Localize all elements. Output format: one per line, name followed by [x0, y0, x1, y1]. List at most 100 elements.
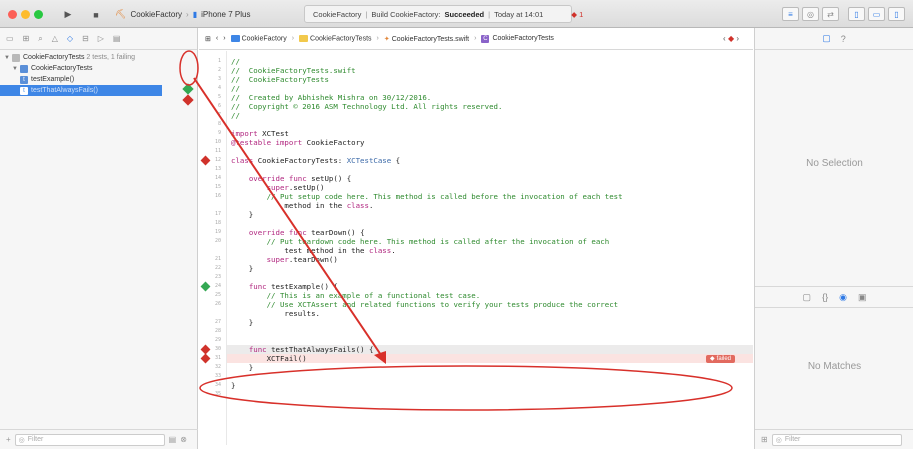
- test-navigator: ▭ ⊞ ⌕ △ ◇ ⊟ ▷ ▤ ▼ CookieFactoryTests 2 t…: [0, 28, 198, 449]
- code-line[interactable]: import XCTest: [231, 129, 289, 138]
- previous-issue-icon: ‹: [723, 34, 726, 43]
- code-line[interactable]: }: [231, 210, 253, 219]
- bottom-panel-icon: ▭: [872, 9, 881, 19]
- close-window-button[interactable]: [8, 10, 17, 19]
- line-number: 28: [214, 328, 221, 334]
- code-line[interactable]: @testable import CookieFactory: [231, 138, 365, 147]
- scope-icon[interactable]: ▤: [169, 435, 177, 444]
- test-failed-icon[interactable]: [182, 94, 194, 106]
- folder-icon[interactable]: ▭: [6, 34, 14, 43]
- file-template-icon[interactable]: ▢: [803, 292, 812, 303]
- test-row[interactable]: t testThatAlwaysFails(): [0, 85, 162, 96]
- report-icon[interactable]: ▤: [113, 34, 121, 43]
- navigator-filter-input[interactable]: ◎ Filter: [14, 433, 165, 446]
- line-number: 19: [214, 229, 221, 235]
- line-number: 11: [214, 148, 221, 154]
- code-line[interactable]: // CookieFactoryTests: [231, 75, 329, 84]
- code-line[interactable]: method in the class.: [231, 201, 373, 210]
- chevron-right-icon: ›: [291, 35, 295, 42]
- version-icon: ⇄: [827, 9, 834, 19]
- code-line[interactable]: }: [231, 363, 253, 372]
- code-snippet-icon[interactable]: {}: [822, 292, 828, 302]
- breadcrumb-symbol[interactable]: C CookieFactoryTests: [481, 34, 554, 43]
- breakpoint-icon[interactable]: ▷: [98, 34, 104, 43]
- object-library-icon[interactable]: ◉: [839, 292, 847, 303]
- view-controls: ≡ ◎ ⇄ ▯ ▭ ▯: [782, 7, 905, 21]
- code-line[interactable]: //: [231, 57, 240, 66]
- symbol-icon[interactable]: ⊞: [23, 34, 30, 43]
- code-line[interactable]: }: [231, 264, 253, 273]
- assistant-editor-button[interactable]: ◎: [802, 7, 819, 21]
- scheme-selector[interactable]: ⛏ CookieFactory › ▮ iPhone 7 Plus: [115, 7, 250, 22]
- status-separator: |: [365, 9, 368, 19]
- activity-status: CookieFactory | Build CookieFactory: Suc…: [304, 5, 583, 23]
- code-line[interactable]: // Copyright © 2016 ASM Technology Ltd. …: [231, 102, 502, 111]
- code-line[interactable]: func testExample() {: [231, 282, 338, 291]
- issue-navigation[interactable]: ‹ ◆ ›: [723, 34, 739, 43]
- forward-icon[interactable]: ›: [223, 35, 225, 42]
- line-number: [199, 202, 221, 209]
- debug-icon[interactable]: ⊟: [82, 34, 89, 43]
- code-line[interactable]: }: [231, 381, 235, 390]
- toggle-utilities-button[interactable]: ▯: [888, 7, 905, 21]
- status-separator: |: [488, 9, 491, 19]
- code-line[interactable]: //: [231, 84, 240, 93]
- test-diamond-icon[interactable]: ◇: [67, 34, 73, 43]
- test-summary-row[interactable]: ▼ CookieFactoryTests 2 tests, 1 failing: [0, 52, 197, 63]
- test-row[interactable]: t testExample(): [0, 74, 197, 85]
- run-button[interactable]: ▶: [60, 7, 76, 22]
- zoom-window-button[interactable]: [34, 10, 43, 19]
- code-line[interactable]: results.: [231, 309, 320, 318]
- breadcrumb-project[interactable]: CookieFactory: [230, 34, 287, 42]
- standard-editor-button[interactable]: ≡: [782, 7, 799, 21]
- code-line[interactable]: test method in the class.: [231, 246, 395, 255]
- version-editor-button[interactable]: ⇄: [822, 7, 839, 21]
- code-line[interactable]: }: [231, 318, 253, 327]
- grid-view-icon[interactable]: ⊞: [761, 435, 768, 444]
- scheme-name: CookieFactory: [130, 10, 183, 19]
- failed-filter-icon[interactable]: ⊗: [180, 435, 187, 444]
- code-line[interactable]: XCTFail(): [231, 354, 307, 363]
- code-line[interactable]: class CookieFactoryTests: XCTestCase {: [231, 156, 400, 165]
- jump-bar: ⊞ ‹ › CookieFactory › CookieFactoryTests…: [199, 28, 753, 50]
- code-line[interactable]: // Put setup code here. This method is c…: [231, 192, 623, 201]
- line-number: 7: [217, 112, 221, 118]
- editor-lines-icon: ≡: [788, 9, 793, 19]
- related-items-icon[interactable]: ⊞: [205, 35, 211, 43]
- line-number: 8: [217, 121, 221, 127]
- code-line[interactable]: override func tearDown() {: [231, 228, 365, 237]
- line-number: [199, 310, 221, 317]
- file-inspector-icon[interactable]: ▢: [822, 33, 831, 44]
- code-line[interactable]: // Created by Abhishek Mishra on 30/12/2…: [231, 93, 431, 102]
- code-line[interactable]: // This is an example of a functional te…: [231, 291, 481, 300]
- code-line[interactable]: super.tearDown(): [231, 255, 338, 264]
- project-icon: [12, 53, 20, 62]
- back-icon[interactable]: ‹: [216, 35, 218, 42]
- stop-icon: ■: [93, 9, 99, 20]
- library-filter-input[interactable]: ◎ Filter: [771, 433, 902, 446]
- search-icon[interactable]: ⌕: [38, 34, 42, 44]
- toggle-navigator-button[interactable]: ▯: [848, 7, 865, 21]
- add-icon[interactable]: +: [6, 435, 11, 444]
- code-line[interactable]: override func setUp() {: [231, 174, 351, 183]
- breadcrumb-group[interactable]: CookieFactoryTests: [299, 34, 372, 42]
- failed-issue-badge[interactable]: ◆ failed: [706, 354, 735, 363]
- warning-icon[interactable]: △: [52, 34, 58, 43]
- minimize-window-button[interactable]: [21, 10, 30, 19]
- line-number: 21: [214, 256, 221, 262]
- media-library-icon[interactable]: ▣: [858, 292, 867, 303]
- code-line[interactable]: super.setUp(): [231, 183, 325, 192]
- test-group-row[interactable]: ▼ CookieFactoryTests: [0, 63, 197, 74]
- breadcrumb-file[interactable]: ✦ CookieFactoryTests.swift: [384, 35, 469, 43]
- code-line[interactable]: // CookieFactoryTests.swift: [231, 66, 356, 75]
- disclosure-triangle-icon: ▼: [4, 54, 10, 61]
- code-line[interactable]: // Put teardown code here. This method i…: [231, 237, 610, 246]
- toggle-debug-button[interactable]: ▭: [868, 7, 885, 21]
- stop-button[interactable]: ■: [88, 7, 104, 22]
- code-line[interactable]: func testThatAlwaysFails() {: [231, 345, 374, 354]
- issue-badge[interactable]: ◆ 1: [571, 10, 583, 19]
- code-line[interactable]: // Use XCTAssert and related functions t…: [231, 300, 619, 309]
- quick-help-icon[interactable]: ?: [841, 34, 846, 44]
- summary-name: CookieFactoryTests: [23, 54, 85, 61]
- code-line[interactable]: //: [231, 111, 240, 120]
